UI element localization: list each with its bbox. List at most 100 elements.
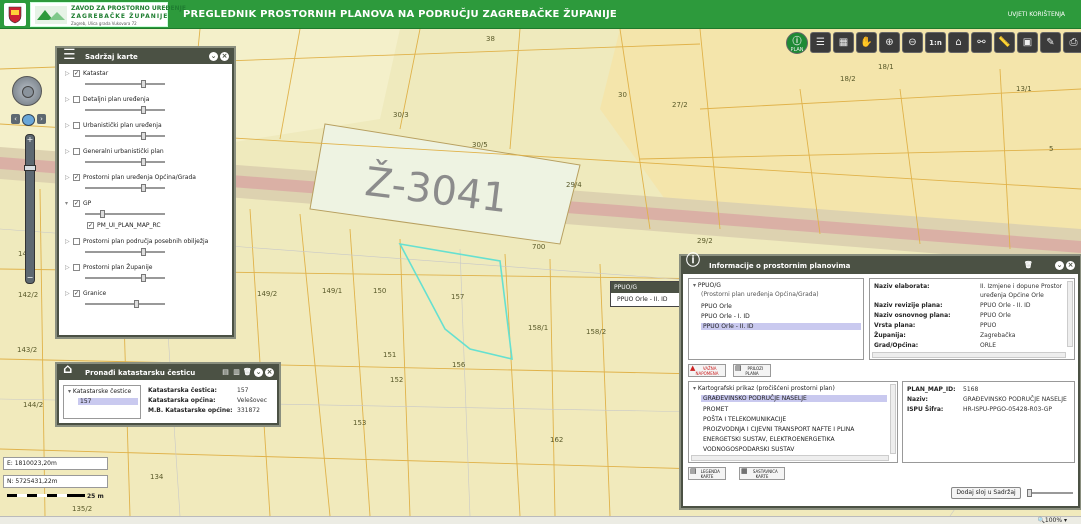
map-sheet-item[interactable]: POŠTA I TELEKOMUNIKACIJE (703, 416, 786, 423)
trash-icon[interactable]: 🗑 (243, 368, 252, 377)
map-sheet-hscrollbar[interactable] (691, 455, 889, 461)
close-icon[interactable]: × (265, 368, 274, 377)
layer-opacity-slider[interactable] (85, 210, 165, 218)
map-sheet-scrollbar[interactable] (890, 384, 896, 454)
zoom-slider-handle[interactable] (24, 165, 36, 171)
map-legend-button[interactable]: ▤ LEGENDA KARTE (688, 467, 726, 480)
collapse-icon[interactable]: ⌄ (1055, 261, 1064, 270)
photo-button[interactable]: ▣ (1017, 32, 1038, 53)
parcel-save-icon[interactable]: ▥ (232, 368, 241, 377)
plan-info-header[interactable]: ⓘ Informacije o prostornim planovima 🗑 ⌄… (683, 253, 1078, 274)
layer-row[interactable]: ▷ Detaljni plan uređenja (65, 96, 149, 103)
slider-handle[interactable] (141, 184, 146, 192)
expand-icon[interactable]: ▷ (65, 174, 71, 181)
plan-item-selected[interactable]: PPUO Orle - II. ID (701, 323, 861, 330)
map-sheet-item[interactable]: PROIZVODNJA I CIJEVNI TRANSPORT NAFTE I … (703, 426, 854, 433)
pan-control[interactable] (12, 76, 42, 106)
expand-icon[interactable]: ▾ (65, 200, 71, 207)
layer-row[interactable]: ▷ Generalni urbanistički plan (65, 148, 164, 155)
tree-item-157[interactable]: 157 (78, 398, 138, 405)
layer-checkbox[interactable]: ✓ (73, 290, 80, 297)
expand-icon[interactable]: ▷ (65, 264, 71, 271)
layer-checkbox[interactable]: ✓ (73, 174, 80, 181)
zoom-out-button[interactable]: ⊖ (902, 32, 923, 53)
layer-opacity-slider[interactable] (85, 106, 165, 114)
map-sheet-item[interactable]: VODNOGOSPODARSKI SUSTAV (703, 446, 794, 453)
layer-row[interactable]: ▷ ✓ Katastar (65, 70, 108, 77)
overview-button[interactable]: ▦ (833, 32, 854, 53)
sublayer-row[interactable]: ✓ PM_UI_PLAN_MAP_RC (87, 222, 161, 229)
layer-row[interactable]: ▷ Urbanistički plan uređenja (65, 122, 162, 129)
slider-handle[interactable] (141, 132, 146, 140)
layer-row[interactable]: ▷ Prostorni plan područja posebnih obilje… (65, 238, 208, 245)
layer-row[interactable]: ▷ ✓ Granice (65, 290, 106, 297)
search-button[interactable]: ⚯ (971, 32, 992, 53)
pan-button[interactable]: ✋ (856, 32, 877, 53)
parcel-list-icon[interactable]: ▤ (221, 368, 230, 377)
layer-opacity-slider[interactable] (85, 158, 165, 166)
slider-handle[interactable] (141, 106, 146, 114)
expand-icon[interactable]: ▷ (65, 148, 71, 155)
layer-checkbox[interactable] (73, 148, 80, 155)
layer-opacity-slider[interactable] (85, 248, 165, 256)
map-sheet-item-selected[interactable]: GRAĐEVINSKO PODRUČJE NASELJE (701, 395, 887, 402)
zoom-in-button[interactable]: ⊕ (879, 32, 900, 53)
opacity-slider-handle[interactable] (1027, 489, 1032, 497)
slider-handle[interactable] (141, 248, 146, 256)
plan-attachments-button[interactable]: ▤ PRILOZI PLANA (733, 364, 771, 377)
layer-row[interactable]: ▷ Prostorni plan Županije (65, 264, 153, 271)
close-icon[interactable]: × (220, 52, 229, 61)
layer-opacity-slider[interactable] (85, 132, 165, 140)
layer-opacity-slider[interactable] (85, 184, 165, 192)
globe-icon[interactable] (22, 114, 35, 126)
layer-checkbox[interactable] (73, 238, 80, 245)
zoom-minus-icon[interactable]: − (26, 273, 34, 282)
plan-item[interactable]: PPUO Orle - I. ID (701, 313, 750, 320)
terms-link[interactable]: UVJETI KORIŠTENJA (1008, 11, 1065, 18)
expand-icon[interactable]: ▷ (65, 238, 71, 245)
print-button[interactable]: ⎙ (1063, 32, 1081, 53)
zoom-slider[interactable]: + − (24, 134, 36, 284)
layer-checkbox[interactable] (73, 96, 80, 103)
plan-item[interactable]: PPUO Orle (701, 303, 732, 310)
zoom-plus-icon[interactable]: + (26, 135, 34, 145)
tree-root[interactable]: ▾ Katastarske čestice (68, 388, 131, 395)
trash-icon[interactable]: 🗑 (1024, 261, 1033, 270)
important-note-button[interactable]: ▲ VAŽNA NAPOMENA (688, 364, 726, 377)
sublayer-checkbox[interactable]: ✓ (87, 222, 94, 229)
expand-icon[interactable]: ▷ (65, 122, 71, 129)
find-parcel-button[interactable]: ⌂ (948, 32, 969, 53)
layer-checkbox[interactable]: ✓ (73, 200, 80, 207)
layer-opacity-slider[interactable] (85, 80, 165, 88)
measure-button[interactable]: 📏 (994, 32, 1015, 53)
layer-row[interactable]: ▷ ✓ Prostorni plan uređenja Općina/Grada (65, 174, 196, 181)
collapse-icon[interactable]: ⌄ (209, 52, 218, 61)
map-sheets-button[interactable]: ▦ SASTAVNICA KARTE (739, 467, 785, 480)
layer-checkbox[interactable] (73, 264, 80, 271)
expand-icon[interactable]: ▷ (65, 96, 71, 103)
slider-handle[interactable] (141, 274, 146, 282)
rotate-left-button[interactable]: ‹ (11, 114, 20, 124)
slider-handle[interactable] (141, 80, 146, 88)
layer-checkbox[interactable]: ✓ (73, 70, 80, 77)
find-parcel-header[interactable]: ⌂ Pronađi katastarsku česticu ▤ ▥ 🗑 ⌄ × (59, 363, 277, 380)
details-hscrollbar[interactable] (872, 352, 1066, 358)
expand-icon[interactable]: ▷ (65, 70, 71, 77)
slider-handle[interactable] (141, 158, 146, 166)
institute-logo[interactable]: ZAVOD ZA PROSTORNO UREĐENJE ZAGREBAČKE Ž… (30, 2, 186, 27)
zoom-ratio-button[interactable]: 1:n (925, 32, 946, 53)
opacity-slider[interactable] (1027, 489, 1073, 497)
layer-row[interactable]: ▾ ✓ GP (65, 200, 91, 207)
layer-opacity-slider[interactable] (85, 274, 165, 282)
plan-info-button[interactable]: ⓘ PLAN (786, 32, 808, 54)
plan-tree-root[interactable]: ▾ PPUO/G (693, 282, 721, 289)
layer-opacity-slider[interactable] (85, 300, 165, 308)
details-scrollbar[interactable] (1067, 281, 1073, 347)
map-sheet-item[interactable]: ENERGETSKI SUSTAV, ELEKTROENERGETIKA (703, 436, 835, 443)
layers-list-button[interactable]: ☰ (810, 32, 831, 53)
zoom-level[interactable]: 🔍100% ▾ (1037, 517, 1067, 524)
map-contents-header[interactable]: ☰ Sadržaj karte ⌄ × (59, 48, 232, 64)
draw-button[interactable]: ✎ (1040, 32, 1061, 53)
add-layer-button[interactable]: Dodaj sloj u Sadržaj (951, 487, 1021, 499)
close-icon[interactable]: × (1066, 261, 1075, 270)
